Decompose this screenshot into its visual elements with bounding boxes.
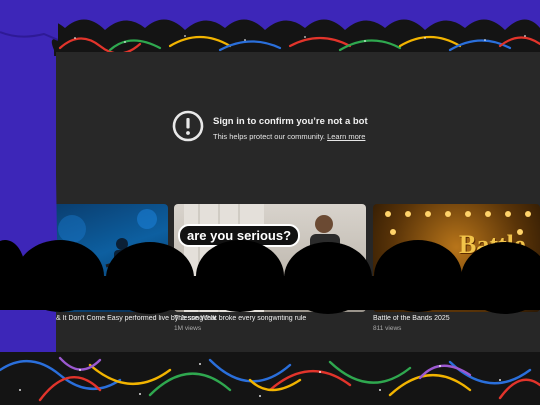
alert-title: Sign in to confirm you’re not a bot (213, 116, 368, 127)
video-views-3: 811 views (373, 325, 402, 332)
alert-subtitle-text: This helps protect our community. (213, 132, 325, 141)
bot-check-alert: Sign in to confirm you’re not a bot This… (172, 110, 368, 142)
screenshot-stage: Sign in to confirm you’re not a bot This… (0, 0, 540, 405)
video-title-3[interactable]: Battle of the Bands 2025 (373, 315, 540, 322)
video-views-2: 1M views (174, 325, 202, 332)
learn-more-link[interactable]: Learn more (327, 132, 365, 141)
warning-circle-icon (172, 110, 204, 142)
bot-check-panel: Sign in to confirm you’re not a bot This… (56, 52, 540, 204)
alert-text: Sign in to confirm you’re not a bot This… (213, 110, 368, 141)
video-title-2[interactable]: The song that broke every songwriting ru… (174, 315, 366, 322)
alert-subtitle: This helps protect our community. Learn … (213, 132, 368, 141)
confetti-border-bottom (0, 350, 540, 405)
audience-silhouettes (0, 240, 540, 314)
confetti-border-top (0, 0, 540, 56)
